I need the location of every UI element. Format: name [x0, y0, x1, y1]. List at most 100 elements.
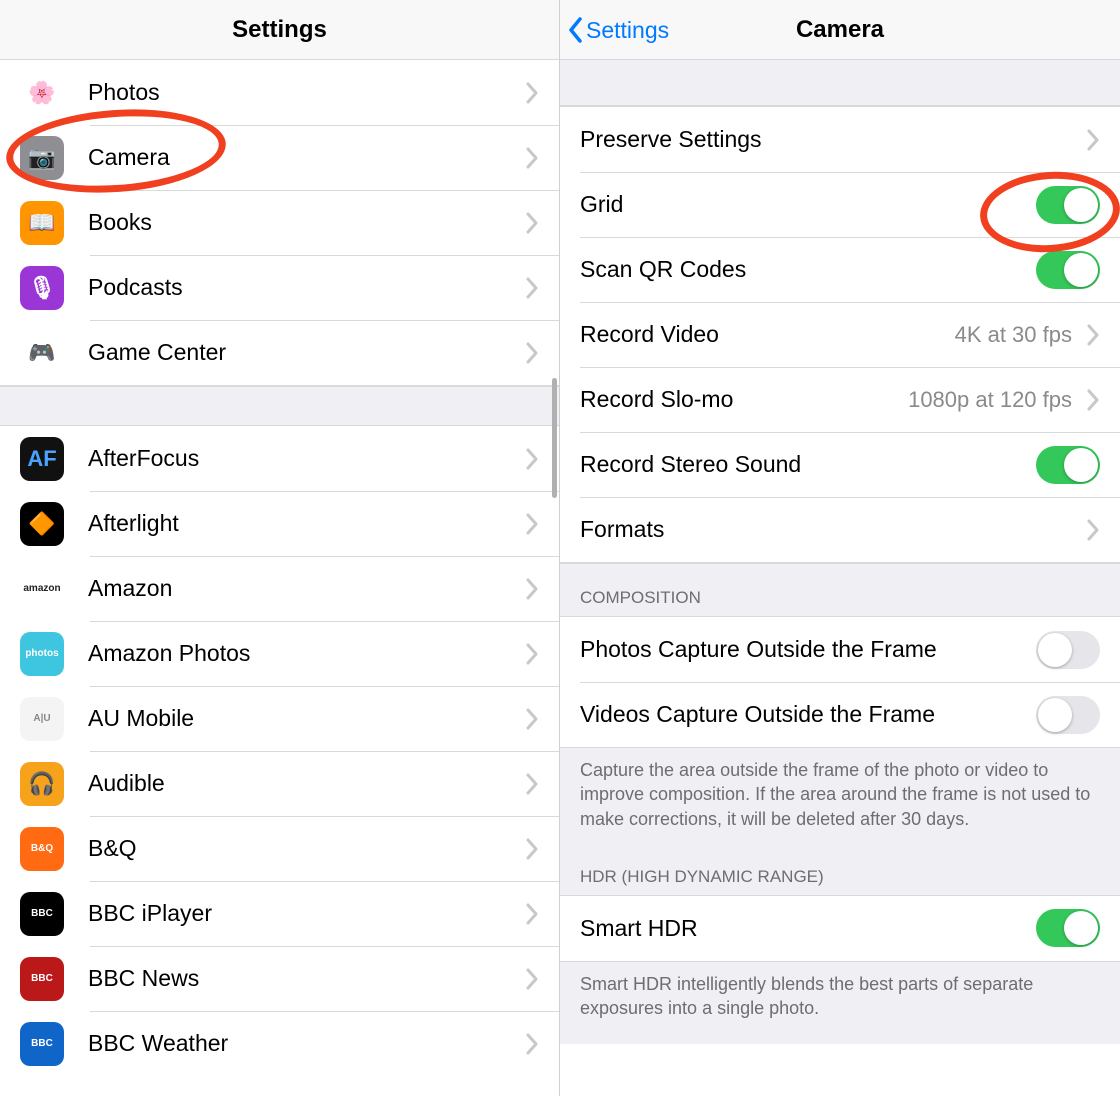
- row-label: Photos Capture Outside the Frame: [580, 636, 937, 663]
- section-gap: [0, 386, 559, 426]
- chevron-right-icon: [525, 903, 539, 925]
- row-label: Grid: [580, 191, 623, 218]
- chevron-right-icon: [525, 1033, 539, 1055]
- camera-row-record-slo-mo[interactable]: Record Slo-mo 1080p at 120 fps: [560, 367, 1120, 432]
- settings-row-podcasts[interactable]: 🎙 Podcasts: [0, 255, 559, 320]
- chevron-right-icon: [525, 838, 539, 860]
- camera-title: Camera: [796, 16, 884, 44]
- scrollbar-thumb[interactable]: [552, 378, 557, 498]
- section-gap: [560, 60, 1120, 106]
- chevron-left-icon: [568, 17, 584, 43]
- app-icon: 🎧: [20, 762, 64, 806]
- app-icon: 📖: [20, 201, 64, 245]
- app-icon: A|U: [20, 697, 64, 741]
- row-label: Record Stereo Sound: [580, 451, 801, 478]
- row-label: Camera: [88, 144, 170, 171]
- row-label: Amazon: [88, 575, 172, 602]
- row-label: BBC iPlayer: [88, 900, 212, 927]
- chevron-right-icon: [525, 513, 539, 535]
- row-detail: 4K at 30 fps: [955, 322, 1078, 348]
- settings-row-au-mobile[interactable]: A|U AU Mobile: [0, 686, 559, 751]
- toggle-knob: [1064, 911, 1098, 945]
- chevron-right-icon: [1086, 129, 1100, 151]
- chevron-right-icon: [525, 448, 539, 470]
- app-icon: 📷: [20, 136, 64, 180]
- settings-row-books[interactable]: 📖 Books: [0, 190, 559, 255]
- hdr-header: HDR (HIGH DYNAMIC RANGE): [560, 855, 1120, 896]
- row-label: Record Video: [580, 321, 719, 348]
- settings-row-bbc-weather[interactable]: BBC BBC Weather: [0, 1011, 559, 1076]
- chevron-right-icon: [525, 82, 539, 104]
- toggle-knob: [1064, 448, 1098, 482]
- toggle-knob: [1038, 698, 1072, 732]
- app-icon: BBC: [20, 1022, 64, 1066]
- toggle-photos-capture-outside-the-frame[interactable]: [1036, 631, 1100, 669]
- row-label: Scan QR Codes: [580, 256, 746, 283]
- settings-row-b-q[interactable]: B&Q B&Q: [0, 816, 559, 881]
- app-icon: BBC: [20, 957, 64, 1001]
- settings-row-afterfocus[interactable]: AF AfterFocus: [0, 426, 559, 491]
- settings-row-audible[interactable]: 🎧 Audible: [0, 751, 559, 816]
- row-label: Podcasts: [88, 274, 183, 301]
- settings-navbar: Settings: [0, 0, 559, 60]
- camera-pane: Settings Camera Preserve Settings Grid S…: [560, 0, 1120, 1096]
- chevron-right-icon: [1086, 324, 1100, 346]
- camera-row-smart-hdr[interactable]: Smart HDR: [560, 896, 1120, 961]
- camera-row-grid[interactable]: Grid: [560, 172, 1120, 237]
- row-label: Videos Capture Outside the Frame: [580, 701, 935, 728]
- toggle-grid[interactable]: [1036, 186, 1100, 224]
- row-label: Formats: [580, 516, 664, 543]
- camera-row-record-video[interactable]: Record Video 4K at 30 fps: [560, 302, 1120, 367]
- app-icon: AF: [20, 437, 64, 481]
- chevron-right-icon: [525, 708, 539, 730]
- row-label: AfterFocus: [88, 445, 199, 472]
- chevron-right-icon: [525, 277, 539, 299]
- settings-row-afterlight[interactable]: 🔶 Afterlight: [0, 491, 559, 556]
- row-label: BBC News: [88, 965, 199, 992]
- camera-row-videos-capture-outside-the-frame[interactable]: Videos Capture Outside the Frame: [560, 682, 1120, 747]
- app-icon: 🎮: [20, 331, 64, 375]
- settings-row-game-center[interactable]: 🎮 Game Center: [0, 320, 559, 385]
- row-label: Record Slo-mo: [580, 386, 733, 413]
- settings-row-amazon[interactable]: amazon Amazon: [0, 556, 559, 621]
- chevron-right-icon: [1086, 389, 1100, 411]
- camera-row-formats[interactable]: Formats: [560, 497, 1120, 562]
- chevron-right-icon: [525, 773, 539, 795]
- back-button[interactable]: Settings: [568, 0, 669, 60]
- toggle-videos-capture-outside-the-frame[interactable]: [1036, 696, 1100, 734]
- toggle-knob: [1064, 188, 1098, 222]
- camera-row-photos-capture-outside-the-frame[interactable]: Photos Capture Outside the Frame: [560, 617, 1120, 682]
- row-label: Game Center: [88, 339, 226, 366]
- toggle-knob: [1038, 633, 1072, 667]
- settings-pane: Settings 🌸 Photos 📷 Camera 📖 Books 🎙 Pod…: [0, 0, 560, 1096]
- app-icon: amazon: [20, 567, 64, 611]
- row-label: Smart HDR: [580, 915, 698, 942]
- row-label: B&Q: [88, 835, 137, 862]
- toggle-record-stereo-sound[interactable]: [1036, 446, 1100, 484]
- row-label: AU Mobile: [88, 705, 194, 732]
- chevron-right-icon: [1086, 519, 1100, 541]
- app-icon: 🎙: [20, 266, 64, 310]
- settings-row-bbc-iplayer[interactable]: BBC BBC iPlayer: [0, 881, 559, 946]
- composition-header: COMPOSITION: [560, 563, 1120, 617]
- app-icon: 🌸: [20, 71, 64, 115]
- camera-row-preserve-settings[interactable]: Preserve Settings: [560, 107, 1120, 172]
- settings-row-photos[interactable]: 🌸 Photos: [0, 60, 559, 125]
- row-label: Photos: [88, 79, 160, 106]
- toggle-scan-qr-codes[interactable]: [1036, 251, 1100, 289]
- row-label: Audible: [88, 770, 165, 797]
- chevron-right-icon: [525, 342, 539, 364]
- settings-row-amazon-photos[interactable]: photos Amazon Photos: [0, 621, 559, 686]
- toggle-smart-hdr[interactable]: [1036, 909, 1100, 947]
- camera-row-scan-qr-codes[interactable]: Scan QR Codes: [560, 237, 1120, 302]
- row-label: BBC Weather: [88, 1030, 228, 1057]
- app-icon: BBC: [20, 892, 64, 936]
- app-icon: 🔶: [20, 502, 64, 546]
- settings-row-camera[interactable]: 📷 Camera: [0, 125, 559, 190]
- chevron-right-icon: [525, 968, 539, 990]
- settings-row-bbc-news[interactable]: BBC BBC News: [0, 946, 559, 1011]
- row-detail: 1080p at 120 fps: [908, 387, 1078, 413]
- camera-row-record-stereo-sound[interactable]: Record Stereo Sound: [560, 432, 1120, 497]
- app-icon: B&Q: [20, 827, 64, 871]
- chevron-right-icon: [525, 212, 539, 234]
